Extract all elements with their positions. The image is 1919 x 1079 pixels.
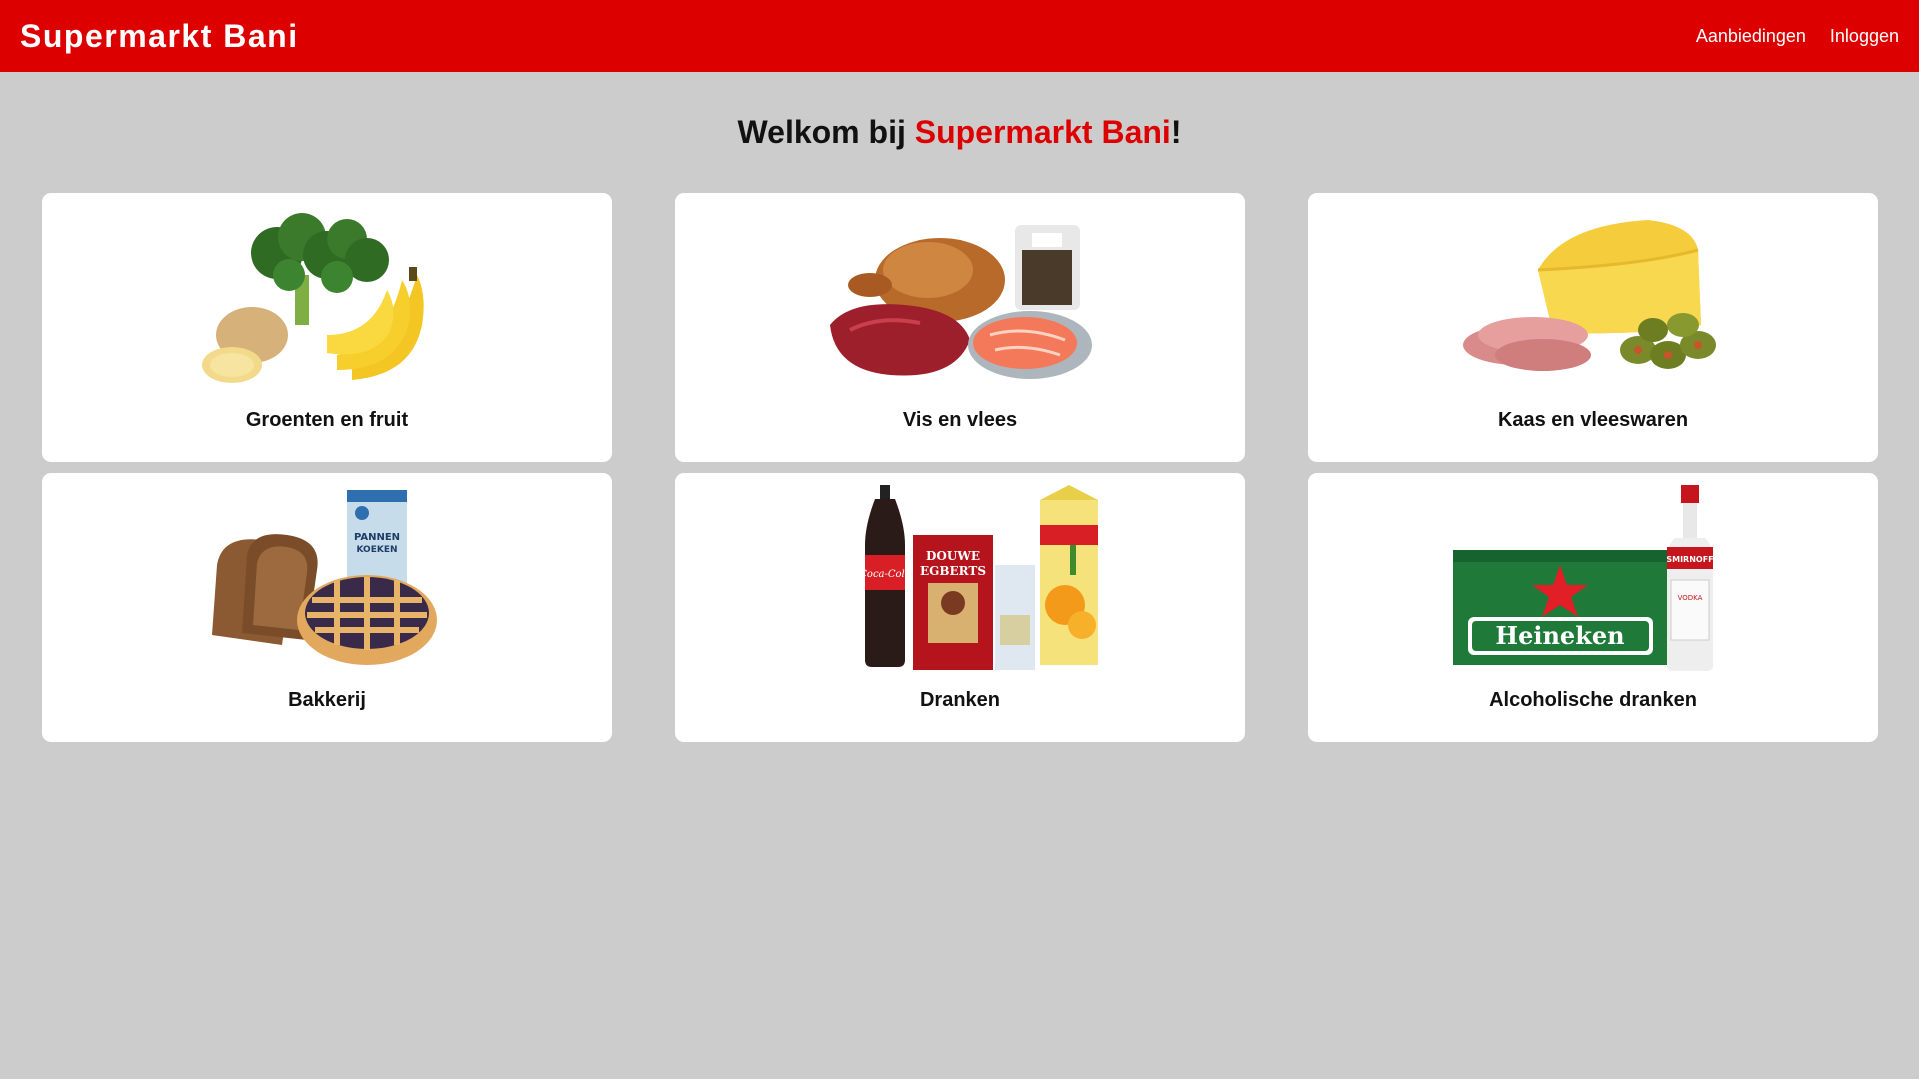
svg-text:Coca-Cola: Coca-Cola: [859, 569, 910, 580]
category-grid: Groenten en fruit Vis en vlees Kaas en v…: [42, 193, 1878, 742]
alcohol-image: Heineken SMIRNOFF VODKA: [1453, 485, 1714, 671]
welcome-store-name: Supermarkt Bani: [914, 114, 1171, 150]
bakery-image: PANNEN KOEKEN: [212, 490, 437, 665]
svg-text:KOEKEN: KOEKEN: [356, 545, 397, 555]
svg-text:EGBERTS: EGBERTS: [920, 564, 986, 578]
nav-link-inloggen[interactable]: Inloggen: [1830, 26, 1899, 47]
fish-meat-image: [830, 225, 1092, 379]
svg-text:Heineken: Heineken: [1495, 621, 1624, 650]
navbar: Supermarkt Bani Aanbiedingen Inloggen: [0, 0, 1919, 72]
cola-bottle-icon: Coca-Cola: [859, 485, 911, 667]
welcome-prefix: Welkom bij: [737, 114, 915, 150]
category-card-dranken[interactable]: Coca-Cola DOUWE EGBERTS Dranken: [675, 473, 1245, 742]
ham-icon: [1463, 317, 1591, 371]
nav-link-aanbiedingen[interactable]: Aanbiedingen: [1696, 26, 1806, 47]
pancake-box-icon: PANNEN KOEKEN: [347, 490, 407, 585]
svg-text:VODKA: VODKA: [1678, 594, 1703, 602]
potato-icon: [202, 307, 288, 383]
package-icon: [1015, 225, 1080, 310]
category-card-kaas-en-vleeswaren[interactable]: Kaas en vleeswaren: [1308, 193, 1878, 462]
coffee-package-icon: DOUWE EGBERTS: [913, 535, 993, 670]
svg-text:PANNEN: PANNEN: [354, 532, 400, 543]
brand-logo[interactable]: Supermarkt Bani: [20, 18, 299, 55]
category-label: Bakkerij: [288, 689, 366, 711]
salmon-icon: [968, 311, 1092, 379]
welcome-suffix: !: [1170, 114, 1182, 150]
vodka-bottle-icon: SMIRNOFF VODKA: [1666, 485, 1714, 671]
category-card-vis-en-vlees[interactable]: Vis en vlees: [675, 193, 1245, 462]
category-label: Alcoholische dranken: [1489, 689, 1697, 711]
category-label: Vis en vlees: [902, 409, 1018, 431]
nav-links: Aanbiedingen Inloggen: [1696, 26, 1899, 47]
tea-box-icon: [995, 565, 1035, 670]
category-label: Groenten en fruit: [245, 409, 409, 431]
cheese-coldcuts-image: [1463, 220, 1716, 371]
pie-icon: [297, 575, 437, 665]
page-title: Welkom bij Supermarkt Bani!: [0, 104, 1919, 160]
svg-text:SMIRNOFF: SMIRNOFF: [1666, 555, 1713, 564]
category-label: Kaas en vleeswaren: [1497, 409, 1689, 431]
vegetables-fruit-image: [202, 213, 424, 383]
category-card-alcoholische-dranken[interactable]: Heineken SMIRNOFF VODKA Alcoholische dra…: [1308, 473, 1878, 742]
beer-crate-icon: Heineken: [1453, 550, 1668, 665]
svg-text:DOUWE: DOUWE: [926, 549, 980, 563]
drinks-image: Coca-Cola DOUWE EGBERTS: [859, 485, 1098, 670]
juice-carton-icon: [1040, 485, 1098, 665]
broccoli-icon: [251, 213, 389, 325]
category-label: Dranken: [919, 689, 1001, 711]
category-card-bakkerij[interactable]: PANNEN KOEKEN Bakkerij: [42, 473, 612, 742]
category-card-groenten-en-fruit[interactable]: Groenten en fruit: [42, 193, 612, 462]
